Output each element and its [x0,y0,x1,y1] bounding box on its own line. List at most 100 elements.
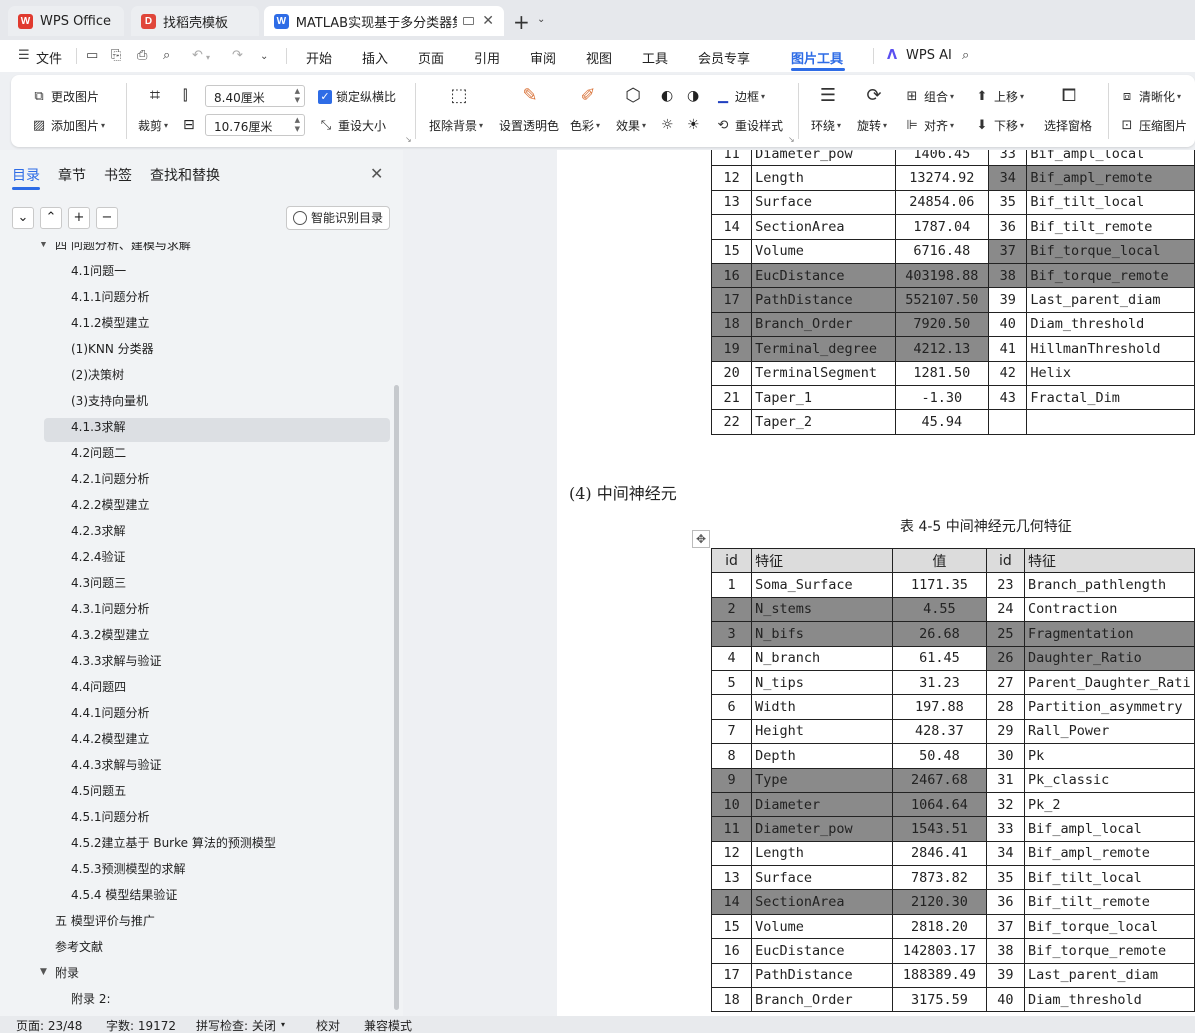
toc-item[interactable]: (3)支持向量机 [71,392,148,409]
close-icon[interactable]: ✕ [482,13,494,29]
selection-pane-button[interactable]: 选择窗格 [1044,117,1092,134]
collapse-all-button[interactable]: ⌄ [12,207,34,229]
print-preview-icon[interactable]: ⌕ [163,48,170,63]
move-handle-icon[interactable]: ✥ [692,530,710,548]
export-icon[interactable]: ⎘ [111,48,121,63]
width-input[interactable]: 8.40厘米 ▲ ▼ [205,85,305,107]
reset-size-button[interactable]: ⤡ 重设大小 [318,117,386,134]
toc-item[interactable]: 附录 2: [71,990,111,1007]
set-transparent-button[interactable]: 设置透明色 [499,117,559,134]
menu-view[interactable]: 视图 [586,48,612,67]
chevron-down-icon[interactable]: ▾ [206,53,210,62]
toc-item[interactable]: 五 模型评价与推广 [55,912,155,929]
dialog-launcher-icon[interactable]: ↘ [405,135,412,144]
toc-item[interactable]: 4.5.3预测模型的求解 [71,860,186,877]
toc-item[interactable]: (1)KNN 分类器 [71,340,154,357]
menu-insert[interactable]: 插入 [362,48,388,67]
rotate-button[interactable]: 旋转 ▾ [857,117,887,134]
chevron-down-icon[interactable]: ⌄ [537,14,545,25]
wrap-text-icon[interactable]: ☰ [815,84,841,108]
tab-bookmarks[interactable]: 书签 [104,165,132,185]
menu-page[interactable]: 页面 [418,48,444,67]
toc-item[interactable]: (2)决策树 [71,366,124,383]
effect-button[interactable]: 效果 ▾ [616,117,646,134]
search-icon[interactable]: ⌕ [962,48,969,63]
color-button[interactable]: 色彩 ▾ [570,117,600,134]
toc-item[interactable]: 4.3问题三 [71,574,126,591]
toc-item[interactable]: 4.2.1问题分析 [71,470,150,487]
contrast-down-icon[interactable]: ◑ [687,88,699,104]
menu-file[interactable]: 文件 [36,48,62,67]
expand-up-button[interactable]: ⌃ [40,207,62,229]
crop-button[interactable]: 裁剪 ▾ [138,117,168,134]
crop-icon[interactable]: ⌗ [142,84,168,108]
toc-item[interactable]: 4.3.1问题分析 [71,600,150,617]
rotate-icon[interactable]: ⟳ [861,84,887,108]
toc-item[interactable]: 4.5.1问题分析 [71,808,150,825]
brightness-up-icon[interactable]: ☼ [661,117,674,133]
tab-template[interactable]: D 找稻壳模板 [131,6,259,36]
hamburger-icon[interactable]: ☰ [18,48,30,63]
tab-wps-office[interactable]: W WPS Office [8,6,124,36]
proofread-button[interactable]: 校对 [316,1017,340,1033]
add-heading-button[interactable]: + [68,207,90,229]
redo-icon[interactable]: ↷ [232,48,243,63]
effect-cube-icon[interactable]: ⬡ [620,84,646,108]
word-count[interactable]: 字数: 19172 [106,1017,176,1033]
close-icon[interactable]: ✕ [370,164,383,183]
smart-toc-button[interactable]: 智能识别目录 [286,206,390,230]
toc-item[interactable]: 4.4.1问题分析 [71,704,150,721]
toc-item[interactable]: 4.1问题一 [71,262,126,279]
spinner-arrows-icon[interactable]: ▲ ▼ [295,116,300,134]
wrap-button[interactable]: 环绕 ▾ [811,117,841,134]
menu-review[interactable]: 审阅 [530,48,556,67]
dialog-launcher-icon[interactable]: ↘ [788,135,795,144]
toc-item[interactable]: 4.1.3求解 [71,418,126,435]
new-tab-icon[interactable]: + [513,10,530,34]
align-button[interactable]: ⊫ 对齐 ▾ [904,117,954,134]
move-down-button[interactable]: ⬇ 下移 ▾ [974,117,1024,134]
tab-toc[interactable]: 目录 [12,165,40,185]
toc-item[interactable]: 4.5问题五 [71,782,126,799]
toc-item[interactable]: 4.5.2建立基于 Burke 算法的预测模型 [71,834,276,851]
spell-check-toggle[interactable]: 拼写检查: 关闭 [196,1017,276,1033]
toc-item[interactable]: 4.4问题四 [71,678,126,695]
remove-background-button[interactable]: 抠除背景 ▾ [429,117,483,134]
chevron-down-icon[interactable]: ⌄ [260,51,268,62]
tab-find-replace[interactable]: 查找和替换 [150,165,220,185]
toc-item[interactable]: 4.2.2模型建立 [71,496,150,513]
page-indicator[interactable]: 页面: 23/48 [16,1017,82,1033]
contrast-up-icon[interactable]: ◐ [661,88,673,104]
menu-wps-ai[interactable]: WPS AI [906,48,952,63]
color-icon[interactable]: ✐ [575,84,601,108]
add-image-button[interactable]: ▨ 添加图片 ▾ [31,117,105,134]
toc-item[interactable]: 4.1.1问题分析 [71,288,150,305]
save-icon[interactable]: ▭ [86,48,98,63]
group-button[interactable]: ⊞ 组合 ▾ [904,88,954,105]
toc-item[interactable]: 4.2问题二 [71,444,126,461]
expand-arrow-icon[interactable]: ▼ [40,239,47,249]
expand-arrow-icon[interactable]: ▼ [40,967,47,977]
brightness-down-icon[interactable]: ☀ [687,117,700,133]
toc-item[interactable]: 四 问题分析、建模与求解 [55,236,191,253]
toc-item[interactable]: 4.5.4 模型结果验证 [71,886,177,903]
move-up-button[interactable]: ⬆ 上移 ▾ [974,88,1024,105]
spinner-arrows-icon[interactable]: ▲ ▼ [295,87,300,105]
scrollbar[interactable] [394,385,399,1010]
menu-picture-tools[interactable]: 图片工具 [791,48,843,67]
tab-chapters[interactable]: 章节 [58,165,86,185]
menu-tools[interactable]: 工具 [642,48,668,67]
toc-item[interactable]: 4.2.4验证 [71,548,126,565]
border-button[interactable]: ▁ 边框 ▾ [715,88,765,105]
selection-pane-icon[interactable]: ⧠ [1056,84,1082,108]
change-image-button[interactable]: ⧉ 更改图片 [31,88,99,105]
remove-heading-button[interactable]: − [96,207,118,229]
menu-start[interactable]: 开始 [306,48,332,67]
menu-reference[interactable]: 引用 [474,48,500,67]
toc-item[interactable]: 4.2.3求解 [71,522,126,539]
toc-item[interactable]: 参考文献 [55,938,103,955]
height-input[interactable]: 10.76厘米 ▲ ▼ [205,114,305,136]
menu-member[interactable]: 会员专享 [698,48,750,67]
transparent-color-icon[interactable]: ✎ [517,84,543,108]
print-icon[interactable]: ⎙ [137,48,147,63]
